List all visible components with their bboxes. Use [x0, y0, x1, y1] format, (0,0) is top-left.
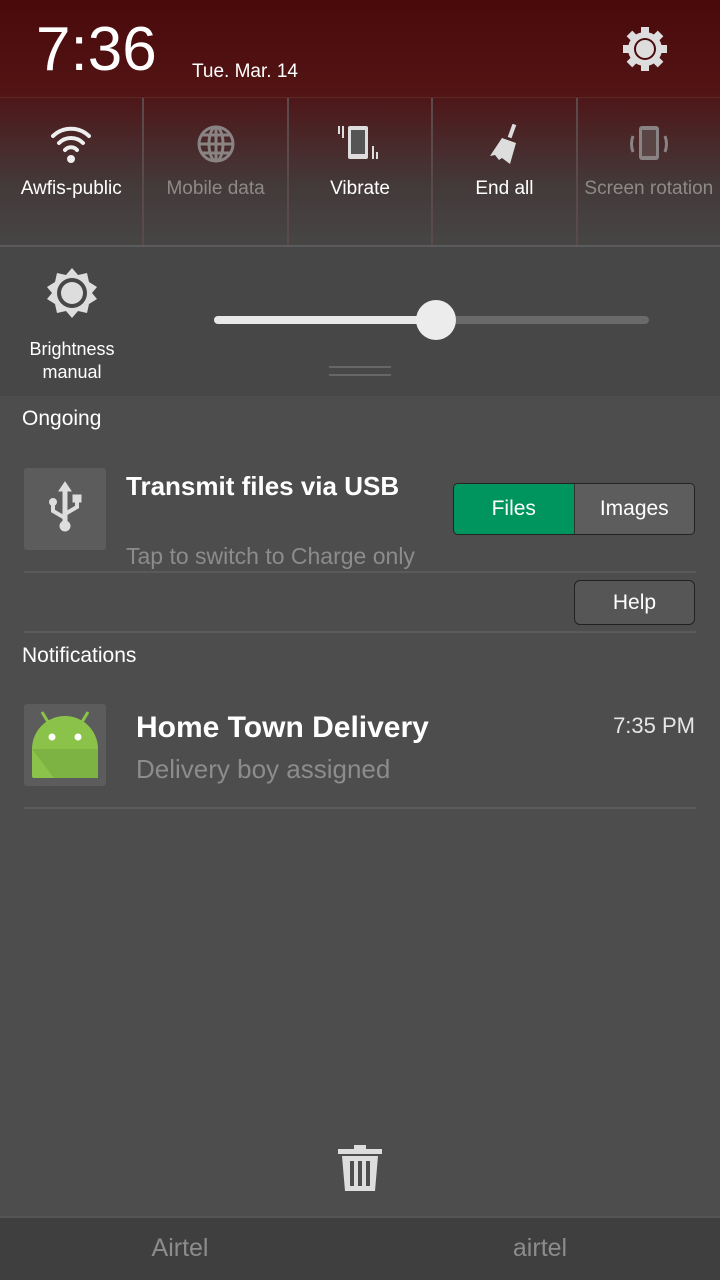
- quick-settings: Awfis-public Mobile data Vibrate End all…: [0, 97, 720, 247]
- tile-label: End all: [475, 178, 534, 199]
- broom-icon: [490, 124, 517, 164]
- notification-title[interactable]: Home Town Delivery: [136, 711, 429, 745]
- tile-screen-rotation[interactable]: Screen rotation: [578, 98, 720, 245]
- brightness-slider[interactable]: [214, 300, 649, 340]
- globe-icon: [197, 125, 235, 163]
- tile-vibrate[interactable]: Vibrate: [289, 98, 434, 245]
- tile-label: Vibrate: [330, 178, 390, 199]
- tile-label: Mobile data: [166, 178, 265, 199]
- divider: [24, 807, 696, 809]
- files-button[interactable]: Files: [454, 484, 574, 534]
- brightness-label: Brightness manual: [29, 339, 115, 382]
- slider-thumb[interactable]: [415, 300, 456, 340]
- notification-time: 7:35 PM: [613, 713, 695, 738]
- tile-label: Awfis-public: [20, 178, 122, 199]
- wifi-icon: [51, 126, 92, 163]
- usb-mode-toggle: Files Images: [453, 483, 695, 535]
- help-button[interactable]: Help: [574, 580, 695, 625]
- divider: [24, 631, 696, 633]
- ongoing-heading: Ongoing: [22, 407, 102, 430]
- drag-handle[interactable]: [329, 366, 391, 376]
- status-header: 7:36 Tue. Mar. 14: [0, 0, 720, 97]
- carrier-bar: Airtel airtel: [0, 1216, 720, 1280]
- divider: [24, 571, 696, 573]
- vibrate-icon: [338, 126, 379, 159]
- images-button[interactable]: Images: [573, 484, 694, 534]
- brightness-icon[interactable]: [46, 267, 98, 319]
- tile-end-all[interactable]: End all: [433, 98, 578, 245]
- tile-label: Screen rotation: [584, 178, 714, 199]
- clock: 7:36: [36, 15, 157, 84]
- tile-wifi[interactable]: Awfis-public: [0, 98, 145, 245]
- android-icon: [32, 711, 98, 778]
- clear-all-trash-icon[interactable]: [336, 1144, 384, 1192]
- date: Tue. Mar. 14: [192, 61, 298, 82]
- app-icon: [24, 704, 106, 786]
- usb-notification-title: Transmit files via USB: [126, 471, 400, 501]
- tile-mobile-data[interactable]: Mobile data: [144, 98, 289, 245]
- rotation-icon: [629, 126, 668, 160]
- settings-gear-icon[interactable]: [622, 26, 668, 72]
- usb-notification-subtitle[interactable]: Tap to switch to Charge only: [126, 543, 415, 570]
- notifications-heading: Notifications: [22, 644, 137, 667]
- usb-notification-icon: [24, 468, 106, 550]
- slider-fill: [214, 316, 436, 324]
- carrier-sim1: Airtel: [151, 1234, 209, 1262]
- carrier-sim2: airtel: [512, 1234, 568, 1262]
- notification-text: Delivery boy assigned: [136, 754, 391, 784]
- usb-icon: [49, 481, 82, 532]
